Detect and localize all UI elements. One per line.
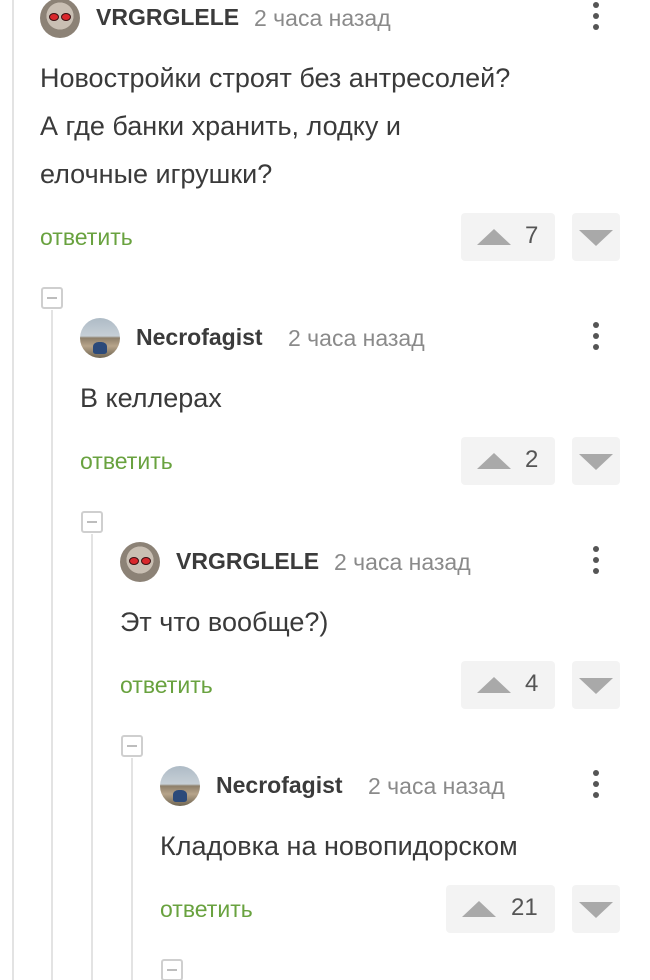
triangle-down-icon xyxy=(579,678,613,694)
triangle-down-icon xyxy=(579,230,613,246)
downvote-button[interactable] xyxy=(572,661,620,709)
downvote-button[interactable] xyxy=(572,213,620,261)
comment-text: В келлерах xyxy=(80,374,620,422)
user-avatar[interactable] xyxy=(160,766,200,806)
collapse-button[interactable] xyxy=(121,735,143,757)
comment: Necrofagist 2 часа назад Кладовка на нов… xyxy=(160,766,650,946)
comment: VRGRGLELE 2 часа назад Новостройки строя… xyxy=(40,0,650,270)
timestamp: 2 часа назад xyxy=(334,549,471,575)
thread-line xyxy=(91,534,93,980)
comment-text-line: елочные игрушки? xyxy=(40,159,273,189)
comment-text-line: А где банки хранить, лодку и xyxy=(40,111,401,141)
vote-count: 7 xyxy=(525,222,539,249)
comment-text: Новостройки строят без антресолей? А где… xyxy=(40,54,620,198)
username[interactable]: VRGRGLELE xyxy=(96,4,239,31)
timestamp: 2 часа назад xyxy=(288,325,425,351)
more-options-icon[interactable] xyxy=(584,542,608,578)
vote-count: 4 xyxy=(525,670,539,697)
user-avatar[interactable] xyxy=(80,318,120,358)
user-avatar[interactable] xyxy=(120,542,160,582)
upvote-button[interactable]: 21 xyxy=(446,885,555,933)
reply-link[interactable]: ответить xyxy=(120,672,213,699)
user-avatar[interactable] xyxy=(40,0,80,38)
comment-header: VRGRGLELE 2 часа назад xyxy=(40,0,650,38)
triangle-down-icon xyxy=(579,902,613,918)
comment-text-line: Новостройки строят без антресолей? xyxy=(40,63,511,93)
comment-text-line: Эт что вообще?) xyxy=(120,607,329,637)
collapse-button[interactable] xyxy=(81,511,103,533)
comment-header: VRGRGLELE 2 часа назад xyxy=(120,542,650,582)
thread-line xyxy=(51,310,53,980)
comment-header: Necrofagist 2 часа назад xyxy=(80,318,650,358)
comment-text: Кладовка на новопидорском xyxy=(160,822,630,870)
more-options-icon[interactable] xyxy=(584,0,608,34)
comment: VRGRGLELE 2 часа назад Эт что вообще?) о… xyxy=(120,542,650,722)
timestamp: 2 часа назад xyxy=(254,5,391,31)
downvote-button[interactable] xyxy=(572,885,620,933)
reply-link[interactable]: ответить xyxy=(40,224,133,251)
collapse-button[interactable] xyxy=(161,959,183,980)
triangle-down-icon xyxy=(579,454,613,470)
vote-count: 2 xyxy=(525,446,539,473)
comment: Necrofagist 2 часа назад В келлерах отве… xyxy=(80,318,650,498)
comment-header: Necrofagist 2 часа назад xyxy=(160,766,650,806)
timestamp: 2 часа назад xyxy=(368,773,505,799)
triangle-up-icon xyxy=(462,901,496,917)
thread-line xyxy=(12,0,14,980)
vote-count: 21 xyxy=(511,894,538,921)
triangle-up-icon xyxy=(477,453,511,469)
triangle-up-icon xyxy=(477,229,511,245)
downvote-button[interactable] xyxy=(572,437,620,485)
username[interactable]: VRGRGLELE xyxy=(176,548,319,575)
more-options-icon[interactable] xyxy=(584,318,608,354)
comment-text-line: В келлерах xyxy=(80,383,222,413)
reply-link[interactable]: ответить xyxy=(80,448,173,475)
upvote-button[interactable]: 7 xyxy=(461,213,555,261)
more-options-icon[interactable] xyxy=(584,766,608,802)
reply-link[interactable]: ответить xyxy=(160,896,253,923)
collapse-button[interactable] xyxy=(41,287,63,309)
username[interactable]: Necrofagist xyxy=(136,324,263,351)
thread-line xyxy=(131,758,133,980)
upvote-button[interactable]: 4 xyxy=(461,661,555,709)
comment-text-line: Кладовка на новопидорском xyxy=(160,831,518,861)
upvote-button[interactable]: 2 xyxy=(461,437,555,485)
comment-text: Эт что вообще?) xyxy=(120,598,620,646)
username[interactable]: Necrofagist xyxy=(216,772,343,799)
triangle-up-icon xyxy=(477,677,511,693)
